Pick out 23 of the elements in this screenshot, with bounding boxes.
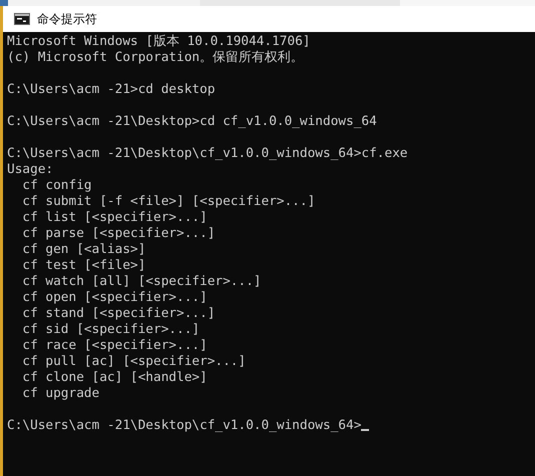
console-line: cf test [<file>] [21, 258, 146, 274]
console-line: C:\Users\acm -21>cd desktop [7, 82, 216, 98]
console-line: cf pull [ac] [<specifier>...] [21, 354, 246, 370]
window-title: 命令提示符 [37, 10, 97, 28]
console-line: cf list [<specifier>...] [21, 210, 208, 226]
console-line: C:\Users\acm -21\Desktop\cf_v1.0.0_windows_64> [7, 418, 362, 434]
console-line: cf open [<specifier>...] [21, 290, 208, 306]
console-line: C:\Users\acm -21\Desktop>cd cf_v1.0.0_windows_64 [7, 114, 377, 130]
console-line: cf sid [<specifier>...] [21, 322, 200, 338]
console-line: cf watch [all] [<specifier>...] [21, 274, 262, 290]
console-line: (c) Microsoft Corporation。保留所有权利。 [7, 50, 304, 66]
console-line: cf submit [-f <file>] [<specifier>...] [21, 194, 316, 210]
console-line: cf config [21, 178, 92, 194]
console-line: cf parse [<specifier>...] [21, 226, 216, 242]
terminal-icon [14, 13, 30, 25]
console-line: C:\Users\acm -21\Desktop\cf_v1.0.0_windows_64>cf.exe [7, 146, 408, 162]
console-line: cf gen [<alias>] [21, 242, 146, 258]
console-line: cf stand [<specifier>...] [21, 306, 216, 322]
console-line: cf clone [ac] [<handle>] [21, 370, 208, 386]
console-line: cf race [<specifier>...] [21, 338, 208, 354]
console-line: cf upgrade [21, 386, 100, 402]
console-line: Usage: [7, 162, 54, 178]
console-line: Microsoft Windows [版本 10.0.19044.1706] [7, 34, 310, 50]
